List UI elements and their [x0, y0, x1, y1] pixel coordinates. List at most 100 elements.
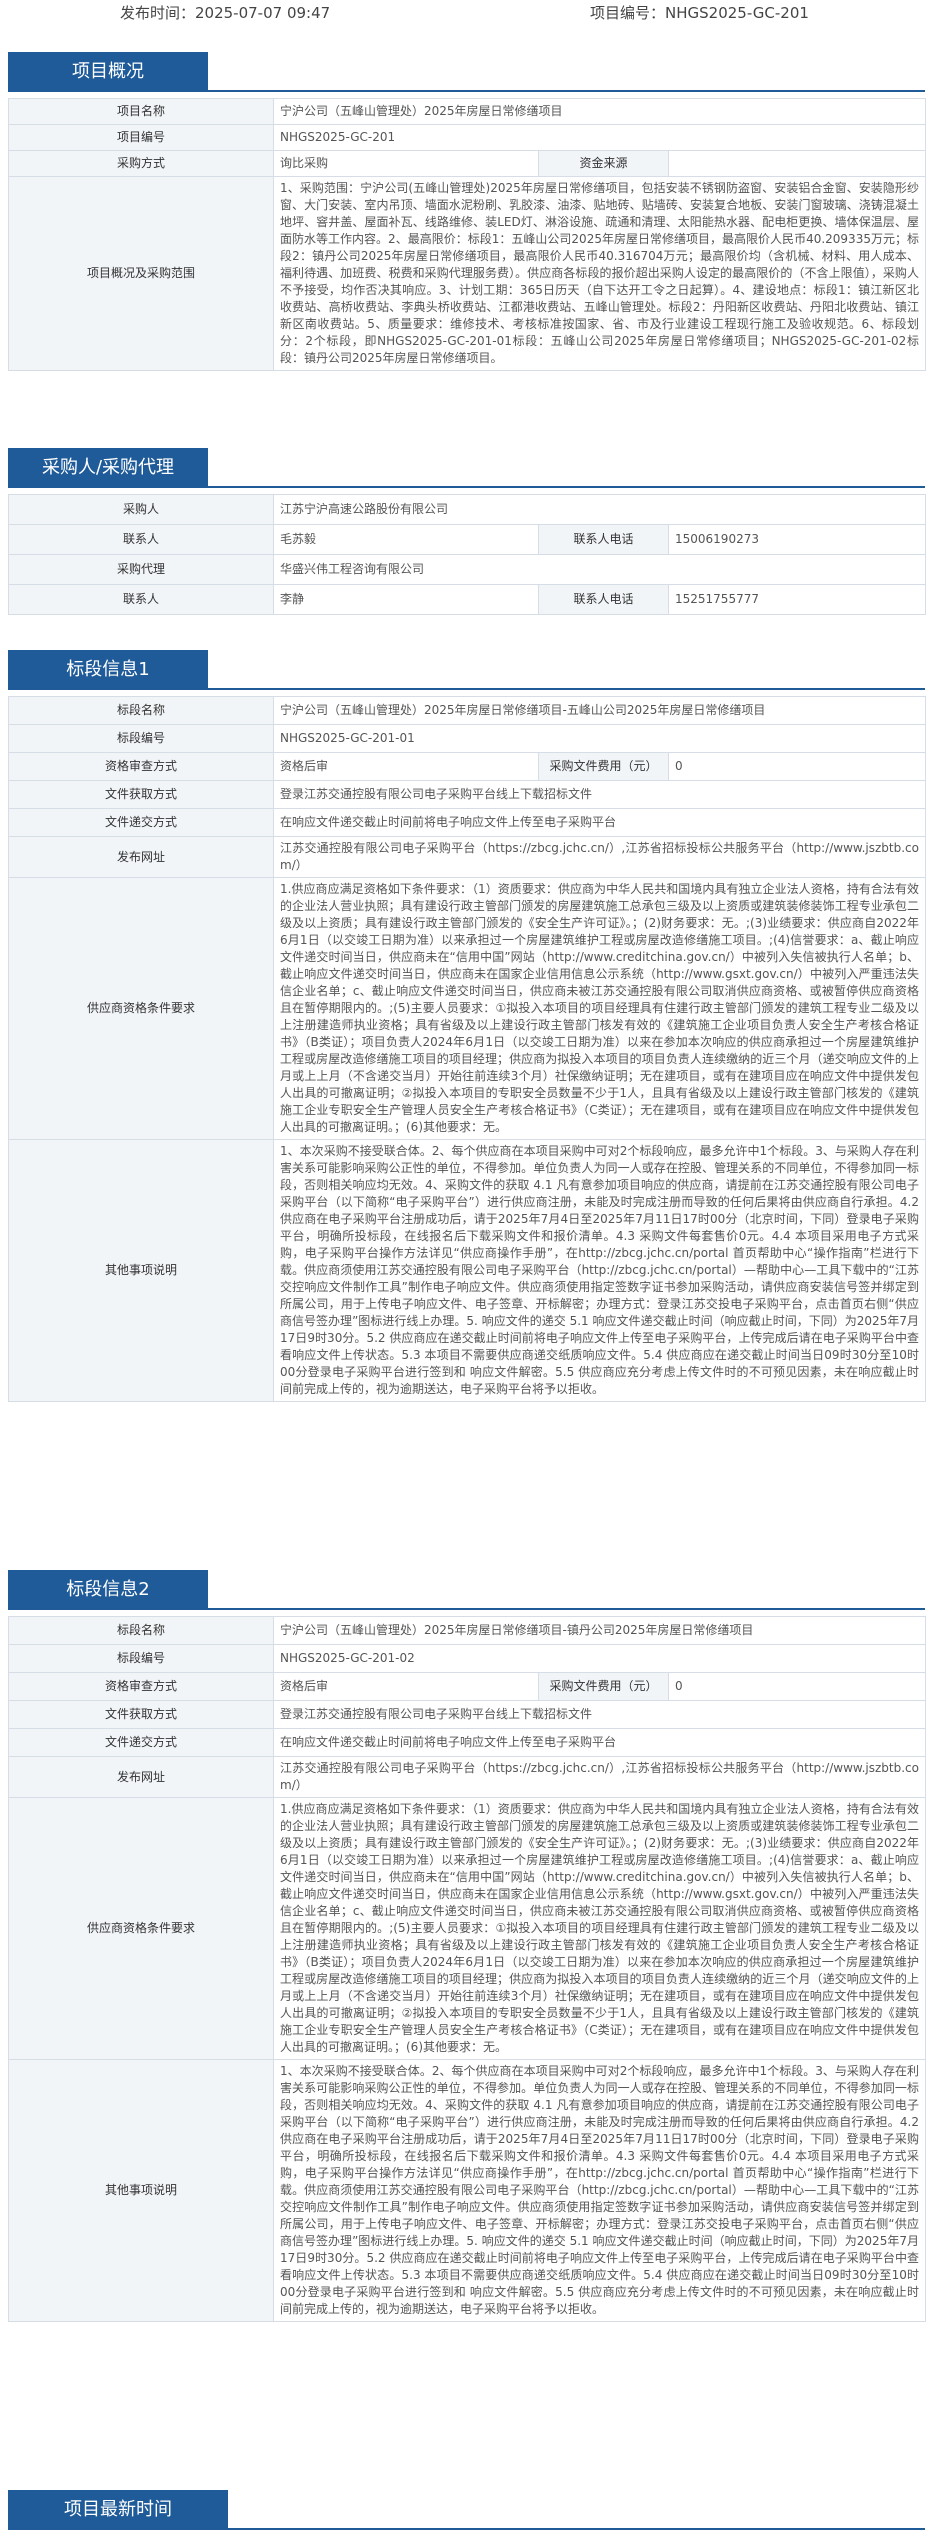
field-label: 资金来源 — [538, 150, 669, 177]
buyer-phone: 15006190273 — [667, 524, 927, 555]
field-label: 发布网址 — [8, 1756, 274, 1798]
field-label: 标段名称 — [8, 1616, 274, 1645]
section-title: 标段信息2 — [8, 1570, 208, 1610]
field-label: 标段编号 — [8, 724, 274, 753]
table-row: 标段编号 NHGS2025-GC-201-02 — [8, 1644, 926, 1673]
section-title: 项目概况 — [8, 52, 208, 92]
field-label: 联系人电话 — [538, 584, 669, 615]
project-no: NHGS2025-GC-201 — [273, 124, 926, 151]
review-method: 资格后审 — [273, 1672, 539, 1701]
section-header: 项目概况 — [8, 52, 925, 92]
agent-name: 华盛兴伟工程咨询有限公司 — [272, 554, 927, 585]
table-row: 发布网址 江苏交通控股有限公司电子采购平台（https://zbcg.jchc.… — [8, 1756, 926, 1798]
agent-phone: 15251755777 — [667, 584, 927, 615]
agent-contact: 李静 — [273, 584, 539, 615]
lot-name: 宁沪公司（五峰山管理处）2025年房屋日常修缮项目-五峰山公司2025年房屋日常… — [273, 696, 926, 725]
buyer-contact: 毛苏毅 — [273, 524, 539, 555]
field-label: 联系人 — [8, 524, 274, 555]
fund-source — [668, 150, 926, 177]
publish-time: 发布时间：2025-07-07 09:47 — [120, 4, 331, 22]
field-label: 联系人 — [8, 584, 274, 615]
lot-2-table: 标段名称 宁沪公司（五峰山管理处）2025年房屋日常修缮项目-镇丹公司2025年… — [8, 1616, 926, 2322]
field-label: 标段名称 — [8, 696, 274, 725]
section-header: 采购人/采购代理 — [8, 448, 925, 488]
qualification-requirements: 1.供应商应满足资格如下条件要求：（1）资质要求：供应商为中华人民共和国境内具有… — [273, 1797, 926, 2060]
table-row: 资格审查方式 资格后审 采购文件费用（元） 0 — [8, 1672, 926, 1701]
publish-site: 江苏交通控股有限公司电子采购平台（https://zbcg.jchc.cn/）,… — [273, 1756, 926, 1798]
field-label: 采购文件费用（元） — [538, 1672, 669, 1701]
field-label: 项目名称 — [8, 98, 274, 125]
table-row: 文件递交方式 在响应文件递交截止时间前将电子响应文件上传至电子采购平台 — [8, 1728, 926, 1757]
field-label: 其他事项说明 — [8, 2059, 274, 2322]
project-number: 项目编号：NHGS2025-GC-201 — [590, 4, 809, 22]
table-row: 采购人 江苏宁沪高速公路股份有限公司 — [8, 494, 927, 525]
field-label: 标段编号 — [8, 1644, 274, 1673]
table-row: 供应商资格条件要求 1.供应商应满足资格如下条件要求：（1）资质要求：供应商为中… — [8, 1797, 926, 2060]
table-row: 文件递交方式 在响应文件递交截止时间前将电子响应文件上传至电子采购平台 — [8, 808, 926, 837]
field-label: 文件获取方式 — [8, 1700, 274, 1729]
field-label: 采购代理 — [8, 554, 274, 585]
field-label: 供应商资格条件要求 — [8, 877, 274, 1140]
table-row: 发布网址 江苏交通控股有限公司电子采购平台（https://zbcg.jchc.… — [8, 836, 926, 878]
doc-get-method: 登录江苏交通控股有限公司电子采购平台线上下载招标文件 — [273, 1700, 926, 1729]
table-row: 标段名称 宁沪公司（五峰山管理处）2025年房屋日常修缮项目-五峰山公司2025… — [8, 696, 926, 725]
procurement-method: 询比采购 — [273, 150, 539, 177]
section-lot-2: 标段信息2 标段名称 宁沪公司（五峰山管理处）2025年房屋日常修缮项目-镇丹公… — [8, 1570, 926, 2322]
section-header: 项目最新时间 — [8, 2490, 925, 2530]
project-name: 宁沪公司（五峰山管理处）2025年房屋日常修缮项目 — [273, 98, 926, 125]
doc-submit-method: 在响应文件递交截止时间前将电子响应文件上传至电子采购平台 — [273, 1728, 926, 1757]
table-row: 标段名称 宁沪公司（五峰山管理处）2025年房屋日常修缮项目-镇丹公司2025年… — [8, 1616, 926, 1645]
table-row: 其他事项说明 1、本次采购不接受联合体。2、每个供应商在本项目采购中可对2个标段… — [8, 2059, 926, 2322]
field-label: 发布网址 — [8, 836, 274, 878]
field-label: 供应商资格条件要求 — [8, 1797, 274, 2060]
doc-fee: 0 — [668, 752, 926, 781]
field-label: 联系人电话 — [538, 524, 669, 555]
overview-table: 项目名称 宁沪公司（五峰山管理处）2025年房屋日常修缮项目 项目编号 NHGS… — [8, 98, 926, 371]
table-row: 项目编号 NHGS2025-GC-201 — [8, 124, 926, 151]
doc-fee: 0 — [668, 1672, 926, 1701]
table-row: 采购方式 询比采购 资金来源 — [8, 150, 926, 177]
field-label: 文件获取方式 — [8, 780, 274, 809]
doc-get-method: 登录江苏交通控股有限公司电子采购平台线上下载招标文件 — [273, 780, 926, 809]
doc-submit-method: 在响应文件递交截止时间前将电子响应文件上传至电子采购平台 — [273, 808, 926, 837]
section-latest-time: 项目最新时间 — [8, 2490, 925, 2530]
section-title: 标段信息1 — [8, 650, 208, 690]
review-method: 资格后审 — [273, 752, 539, 781]
section-title: 项目最新时间 — [8, 2490, 228, 2530]
project-scope: 1、采购范围：宁沪公司(五峰山管理处)2025年房屋日常修缮项目，包括安装不锈钢… — [273, 176, 926, 371]
table-row: 供应商资格条件要求 1.供应商应满足资格如下条件要求：（1）资质要求：供应商为中… — [8, 877, 926, 1140]
buyer-name: 江苏宁沪高速公路股份有限公司 — [272, 494, 927, 525]
field-label: 采购方式 — [8, 150, 274, 177]
table-row: 项目名称 宁沪公司（五峰山管理处）2025年房屋日常修缮项目 — [8, 98, 926, 125]
section-title: 采购人/采购代理 — [8, 448, 208, 488]
table-row: 文件获取方式 登录江苏交通控股有限公司电子采购平台线上下载招标文件 — [8, 780, 926, 809]
field-label: 其他事项说明 — [8, 1139, 274, 1402]
buyer-table: 采购人 江苏宁沪高速公路股份有限公司 联系人 毛苏毅 联系人电话 1500619… — [8, 494, 927, 615]
field-label: 文件递交方式 — [8, 808, 274, 837]
other-notes: 1、本次采购不接受联合体。2、每个供应商在本项目采购中可对2个标段响应，最多允许… — [273, 1139, 926, 1402]
table-row: 文件获取方式 登录江苏交通控股有限公司电子采购平台线上下载招标文件 — [8, 1700, 926, 1729]
qualification-requirements: 1.供应商应满足资格如下条件要求：（1）资质要求：供应商为中华人民共和国境内具有… — [273, 877, 926, 1140]
field-label: 项目编号 — [8, 124, 274, 151]
field-label: 采购文件费用（元） — [538, 752, 669, 781]
table-row: 项目概况及采购范围 1、采购范围：宁沪公司(五峰山管理处)2025年房屋日常修缮… — [8, 176, 926, 371]
section-overview: 项目概况 项目名称 宁沪公司（五峰山管理处）2025年房屋日常修缮项目 项目编号… — [8, 52, 926, 371]
lot-no: NHGS2025-GC-201-01 — [273, 724, 926, 753]
table-row: 采购代理 华盛兴伟工程咨询有限公司 — [8, 554, 927, 585]
field-label: 文件递交方式 — [8, 1728, 274, 1757]
publish-site: 江苏交通控股有限公司电子采购平台（https://zbcg.jchc.cn/）,… — [273, 836, 926, 878]
field-label: 采购人 — [8, 494, 274, 525]
table-row: 其他事项说明 1、本次采购不接受联合体。2、每个供应商在本项目采购中可对2个标段… — [8, 1139, 926, 1402]
section-lot-1: 标段信息1 标段名称 宁沪公司（五峰山管理处）2025年房屋日常修缮项目-五峰山… — [8, 650, 926, 1402]
table-row: 联系人 毛苏毅 联系人电话 15006190273 — [8, 524, 927, 555]
lot-name: 宁沪公司（五峰山管理处）2025年房屋日常修缮项目-镇丹公司2025年房屋日常修… — [273, 1616, 926, 1645]
table-row: 资格审查方式 资格后审 采购文件费用（元） 0 — [8, 752, 926, 781]
lot-1-table: 标段名称 宁沪公司（五峰山管理处）2025年房屋日常修缮项目-五峰山公司2025… — [8, 696, 926, 1402]
field-label: 资格审查方式 — [8, 1672, 274, 1701]
top-info-bar: 发布时间：2025-07-07 09:47 项目编号：NHGS2025-GC-2… — [0, 0, 933, 26]
section-header: 标段信息1 — [8, 650, 925, 690]
field-label: 资格审查方式 — [8, 752, 274, 781]
table-row: 标段编号 NHGS2025-GC-201-01 — [8, 724, 926, 753]
other-notes: 1、本次采购不接受联合体。2、每个供应商在本项目采购中可对2个标段响应，最多允许… — [273, 2059, 926, 2322]
field-label: 项目概况及采购范围 — [8, 176, 274, 371]
